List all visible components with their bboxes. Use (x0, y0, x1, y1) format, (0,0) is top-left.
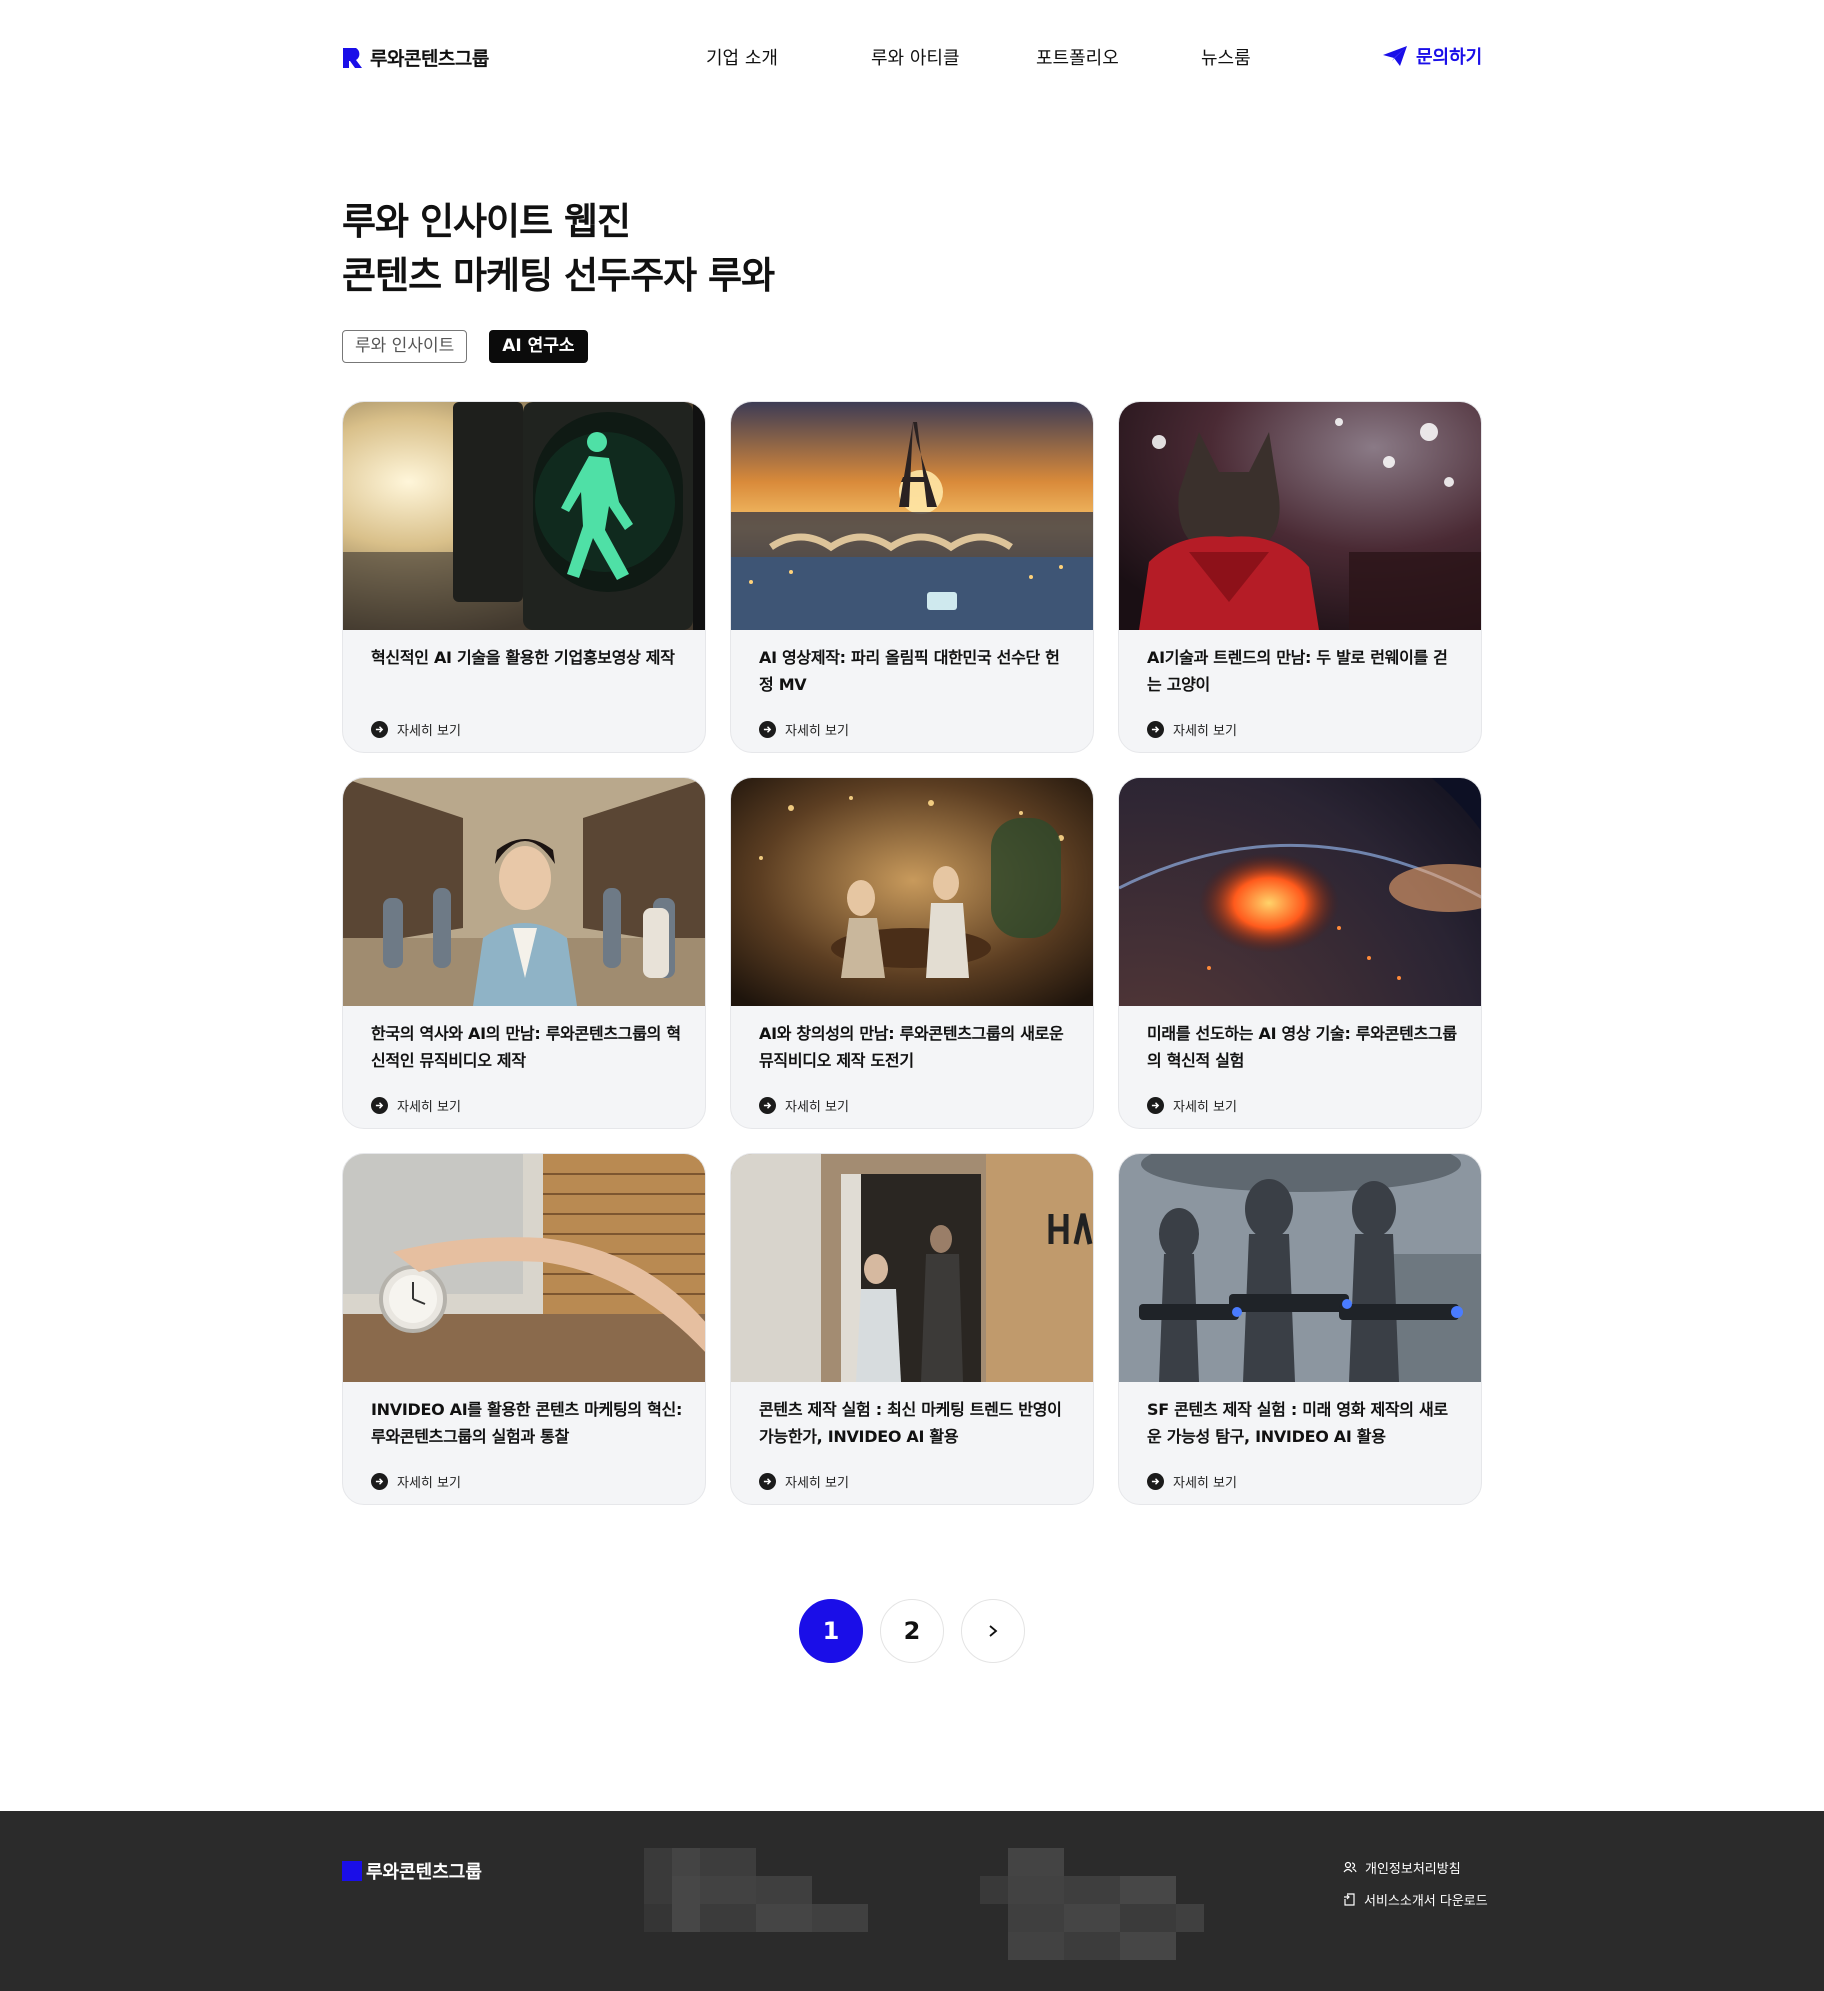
chevron-right-icon (989, 1625, 998, 1637)
paris-eiffel-tower-sunset-image (731, 402, 1093, 630)
redacted-company-info (644, 1848, 868, 1932)
read-more-label: 자세히 보기 (1173, 724, 1237, 739)
arrow-right-circle-icon (1147, 721, 1164, 738)
nav-item-articles[interactable]: 루와 아티클 (871, 44, 960, 70)
footer-logo-text: 루와콘텐츠그룹 (366, 1862, 482, 1883)
article-card[interactable]: 한국의 역사와 AI의 만남: 루와콘텐츠그룹의 혁신적인 뮤직비디오 제작 자… (342, 777, 706, 1129)
arrow-right-circle-icon (371, 721, 388, 738)
nav-item-about[interactable]: 기업 소개 (706, 44, 778, 70)
read-more-label: 자세히 보기 (397, 724, 461, 739)
article-title: AI와 창의성의 만남: 루와콘텐츠그룹의 새로운 뮤직비디오 제작 도전기 (759, 1024, 1064, 1070)
arrow-right-circle-icon (759, 1473, 776, 1490)
read-more-link[interactable]: 자세히 보기 (759, 1096, 849, 1115)
service-brochure-download-link[interactable]: 서비스소개서 다운로드 (1343, 1890, 1488, 1909)
read-more-link[interactable]: 자세히 보기 (1147, 1096, 1237, 1115)
privacy-policy-link[interactable]: 개인정보처리방침 (1343, 1858, 1488, 1877)
article-card[interactable]: SF 콘텐츠 제작 실험 : 미래 영화 제작의 새로운 가능성 탐구, INV… (1118, 1153, 1482, 1505)
article-title: 한국의 역사와 AI의 만남: 루와콘텐츠그룹의 혁신적인 뮤직비디오 제작 (371, 1024, 681, 1070)
article-thumbnail (731, 1154, 1093, 1382)
next-page-button[interactable] (961, 1599, 1025, 1663)
redacted-contact-info (980, 1848, 1204, 1960)
fantasy-tavern-image (731, 778, 1093, 1006)
contact-label: 문의하기 (1416, 47, 1483, 68)
read-more-link[interactable]: 자세히 보기 (371, 1472, 461, 1491)
arrow-right-circle-icon (1147, 1473, 1164, 1490)
tab-ai-lab[interactable]: AI 연구소 (489, 330, 588, 363)
main-nav: 기업 소개 루와 아티클 포트폴리오 뉴스룸 (0, 44, 1824, 70)
category-tabs: 루와 인사이트 AI 연구소 (342, 330, 588, 363)
article-title: AI 영상제작: 파리 올림픽 대한민국 선수단 헌정 MV (759, 648, 1060, 694)
article-card[interactable]: 혁신적인 AI 기술을 활용한 기업홍보영상 제작 자세히 보기 (342, 401, 706, 753)
burning-planet-image (1119, 778, 1481, 1006)
page-title-line-1: 루와 인사이트 웹진 (342, 200, 631, 243)
green-pedestrian-signal-image (343, 402, 705, 630)
article-thumbnail (343, 402, 705, 630)
page-button-2[interactable]: 2 (880, 1599, 944, 1663)
page-title-line-2: 콘텐츠 마케팅 선두주자 루와 (342, 254, 775, 297)
arrow-right-circle-icon (1147, 1097, 1164, 1114)
read-more-label: 자세히 보기 (1173, 1476, 1237, 1491)
read-more-link[interactable]: 자세히 보기 (371, 1096, 461, 1115)
article-thumbnail (1119, 1154, 1481, 1382)
article-card[interactable]: AI기술과 트렌드의 만남: 두 발로 런웨이를 걷는 고양이 자세히 보기 (1118, 401, 1482, 753)
read-more-link[interactable]: 자세히 보기 (371, 720, 461, 739)
arrow-right-circle-icon (759, 721, 776, 738)
footer-links: 개인정보처리방침 서비스소개서 다운로드 (1343, 1858, 1488, 1922)
hand-on-alarm-clock-image (343, 1154, 705, 1382)
read-more-label: 자세히 보기 (785, 1476, 849, 1491)
woman-in-hanbok-street-image (343, 778, 705, 1006)
article-title: 미래를 선도하는 AI 영상 기술: 루와콘텐츠그룹의 혁신적 실험 (1147, 1024, 1457, 1070)
article-thumbnail (1119, 402, 1481, 630)
read-more-label: 자세히 보기 (785, 724, 849, 739)
aliens-with-guns-image (1119, 1154, 1481, 1382)
cat-in-red-coat-image (1119, 402, 1481, 630)
privacy-policy-label: 개인정보처리방침 (1365, 1861, 1461, 1877)
article-thumbnail (1119, 778, 1481, 1006)
article-card[interactable]: AI 영상제작: 파리 올림픽 대한민국 선수단 헌정 MV 자세히 보기 (730, 401, 1094, 753)
site-footer: 루와콘텐츠그룹 개인정보처리방침 서비스소개서 다운로드 (0, 1811, 1824, 1991)
nav-item-newsroom[interactable]: 뉴스룸 (1201, 44, 1251, 70)
read-more-link[interactable]: 자세히 보기 (1147, 1472, 1237, 1491)
service-brochure-label: 서비스소개서 다운로드 (1364, 1893, 1488, 1909)
pagination: 1 2 (799, 1599, 1025, 1663)
footer-logo-mark-icon (342, 1861, 362, 1881)
nav-item-portfolio[interactable]: 포트폴리오 (1036, 44, 1119, 70)
read-more-link[interactable]: 자세히 보기 (1147, 720, 1237, 739)
download-file-icon (1344, 1892, 1355, 1906)
arrow-right-circle-icon (371, 1097, 388, 1114)
article-title: INVIDEO AI를 활용한 콘텐츠 마케팅의 혁신: 루와콘텐츠그룹의 실험… (371, 1400, 683, 1446)
article-thumbnail (343, 778, 705, 1006)
site-header: 루와콘텐츠그룹 기업 소개 루와 아티클 포트폴리오 뉴스룸 문의하기 (0, 0, 1824, 112)
article-card[interactable]: 콘텐츠 제작 실험 : 최신 마케팅 트렌드 반영이 가능한가, INVIDEO… (730, 1153, 1094, 1505)
article-card[interactable]: INVIDEO AI를 활용한 콘텐츠 마케팅의 혁신: 루와콘텐츠그룹의 실험… (342, 1153, 706, 1505)
arrow-right-circle-icon (759, 1097, 776, 1114)
zombie-doorway-image (731, 1154, 1093, 1382)
article-thumbnail (343, 1154, 705, 1382)
article-card[interactable]: 미래를 선도하는 AI 영상 기술: 루와콘텐츠그룹의 혁신적 실험 자세히 보… (1118, 777, 1482, 1129)
footer-logo[interactable]: 루와콘텐츠그룹 (342, 1858, 482, 1884)
read-more-label: 자세히 보기 (397, 1100, 461, 1115)
article-title: AI기술과 트렌드의 만남: 두 발로 런웨이를 걷는 고양이 (1147, 648, 1448, 694)
read-more-link[interactable]: 자세히 보기 (759, 720, 849, 739)
article-title: 콘텐츠 제작 실험 : 최신 마케팅 트렌드 반영이 가능한가, INVIDEO… (759, 1400, 1062, 1446)
read-more-label: 자세히 보기 (397, 1476, 461, 1491)
tab-ruwa-insight[interactable]: 루와 인사이트 (342, 330, 468, 363)
contact-button[interactable]: 문의하기 (1382, 43, 1482, 69)
article-title: SF 콘텐츠 제작 실험 : 미래 영화 제작의 새로운 가능성 탐구, INV… (1147, 1400, 1448, 1446)
paper-plane-icon (1383, 46, 1407, 66)
users-icon (1343, 1861, 1357, 1873)
article-title: 혁신적인 AI 기술을 활용한 기업홍보영상 제작 (371, 648, 675, 667)
article-thumbnail (731, 778, 1093, 1006)
page-button-1[interactable]: 1 (799, 1599, 863, 1663)
read-more-label: 자세히 보기 (1173, 1100, 1237, 1115)
read-more-label: 자세히 보기 (785, 1100, 849, 1115)
page-title: 루와 인사이트 웹진 콘텐츠 마케팅 선두주자 루와 (342, 195, 775, 303)
article-grid: 혁신적인 AI 기술을 활용한 기업홍보영상 제작 자세히 보기 AI 영상제작… (342, 401, 1482, 1505)
article-card[interactable]: AI와 창의성의 만남: 루와콘텐츠그룹의 새로운 뮤직비디오 제작 도전기 자… (730, 777, 1094, 1129)
read-more-link[interactable]: 자세히 보기 (759, 1472, 849, 1491)
arrow-right-circle-icon (371, 1473, 388, 1490)
article-thumbnail (731, 402, 1093, 630)
